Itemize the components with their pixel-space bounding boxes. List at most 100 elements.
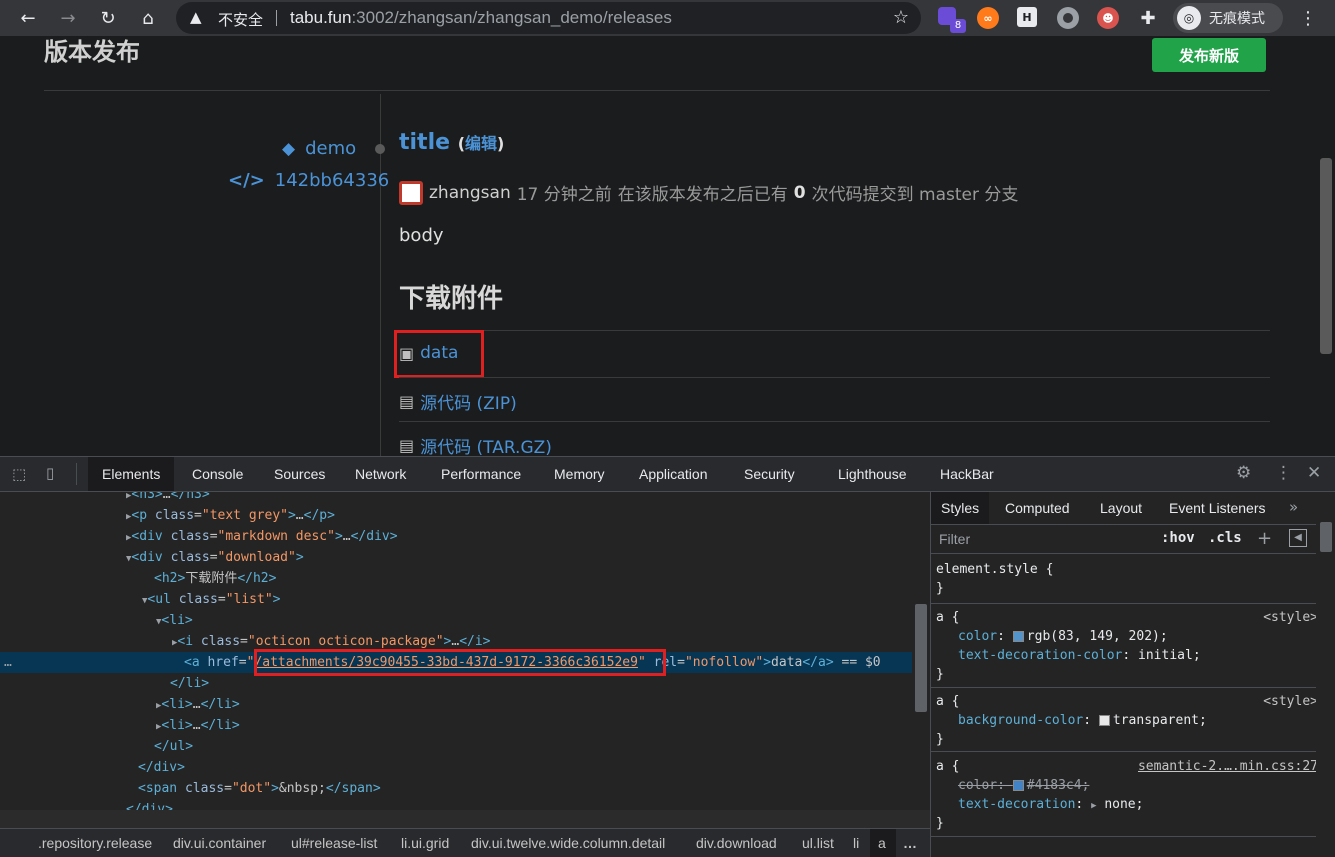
bookmark-star-icon[interactable]: ☆: [893, 7, 909, 28]
rule-source[interactable]: <style>: [1263, 608, 1318, 627]
release-tag[interactable]: ◆ demo: [282, 138, 356, 159]
color-swatch[interactable]: [1098, 715, 1110, 726]
new-rule-icon[interactable]: +: [1257, 528, 1272, 549]
prop-value[interactable]: initial;: [1138, 648, 1201, 663]
dom-scrollbar[interactable]: [912, 492, 930, 810]
inspect-element-icon[interactable]: ⬚: [12, 465, 26, 483]
extension-circle-icon[interactable]: [1057, 7, 1079, 29]
prop-name[interactable]: text-decoration-color: [958, 648, 1122, 663]
breadcrumb-more-icon[interactable]: …: [903, 835, 917, 851]
prop-value[interactable]: rgb(83, 149, 202);: [1027, 629, 1168, 644]
avatar[interactable]: [399, 180, 423, 205]
tab-application[interactable]: Application: [639, 457, 708, 491]
prop-name[interactable]: color: [958, 778, 997, 793]
breadcrumb[interactable]: div.ui.container: [173, 835, 266, 851]
dom-node[interactable]: ▼<ul class="list">: [142, 589, 281, 610]
release-title-link[interactable]: title: [399, 130, 450, 155]
breadcrumb[interactable]: div.download: [696, 835, 777, 851]
dom-node[interactable]: ▶<div class="markdown desc">…</div>: [126, 526, 398, 547]
prop-value[interactable]: transparent;: [1113, 713, 1207, 728]
extension-santa-icon[interactable]: ☻: [1097, 7, 1119, 29]
extension-infinity-icon[interactable]: ∞: [977, 7, 999, 29]
dom-node[interactable]: ▼<div class="download">: [126, 547, 304, 568]
settings-gear-icon[interactable]: ⚙: [1236, 463, 1251, 483]
subtab-styles[interactable]: Styles: [931, 492, 990, 524]
dom-node[interactable]: ▶<h3>…</h3>: [126, 492, 210, 505]
subtab-computed[interactable]: Computed: [1005, 492, 1070, 524]
prop-name[interactable]: color: [958, 629, 997, 644]
selector[interactable]: a {: [936, 692, 959, 711]
color-swatch[interactable]: [1012, 780, 1024, 791]
tab-console[interactable]: Console: [192, 457, 243, 491]
forward-icon[interactable]: →: [54, 4, 82, 32]
dom-node[interactable]: ▼<li>: [156, 610, 193, 631]
dom-node[interactable]: </li>: [170, 673, 209, 694]
tab-sources[interactable]: Sources: [274, 457, 325, 491]
toggle-sidebar-icon[interactable]: ◀: [1289, 529, 1307, 547]
scrollbar-thumb[interactable]: [1320, 158, 1332, 354]
prop-name[interactable]: text-decoration: [958, 797, 1075, 812]
selector[interactable]: element.style {: [936, 560, 1053, 579]
address-bar[interactable]: ▲ 不安全 tabu.fun:3002/zhangsan/zhangsan_de…: [176, 2, 921, 34]
tab-network[interactable]: Network: [355, 457, 406, 491]
author-link[interactable]: zhangsan: [429, 183, 511, 203]
tab-elements[interactable]: Elements: [88, 457, 175, 491]
browser-menu-icon[interactable]: ⋮: [1294, 4, 1322, 32]
breadcrumb[interactable]: ul.list: [802, 835, 834, 851]
dom-node[interactable]: <span class="dot">&nbsp;</span>: [138, 778, 381, 799]
breadcrumb[interactable]: .repository.release: [38, 835, 152, 851]
dom-node[interactable]: ▶<p class="text grey">…</p>: [126, 505, 335, 526]
dom-node[interactable]: </div>: [138, 757, 185, 778]
download-zip-link[interactable]: ▤ 源代码 (ZIP): [399, 389, 517, 414]
scrollbar-thumb[interactable]: [915, 604, 927, 712]
prop-value[interactable]: #4183c4;: [1027, 778, 1090, 793]
filter-input[interactable]: Filter: [939, 531, 970, 547]
tab-memory[interactable]: Memory: [554, 457, 605, 491]
selector[interactable]: a {: [936, 757, 959, 776]
url-text[interactable]: tabu.fun:3002/zhangsan/zhangsan_demo/rel…: [290, 8, 672, 28]
extensions-puzzle-icon[interactable]: ✚: [1137, 7, 1159, 29]
reload-icon[interactable]: ↻: [94, 4, 122, 32]
incognito-indicator[interactable]: ◎ 无痕模式: [1173, 3, 1283, 33]
breadcrumb-active[interactable]: a: [870, 829, 896, 857]
insecure-label[interactable]: 不安全: [218, 9, 263, 30]
back-icon[interactable]: ←: [14, 4, 42, 32]
scrollbar-thumb[interactable]: [1320, 522, 1332, 552]
tab-security[interactable]: Security: [744, 457, 795, 491]
breadcrumb[interactable]: div.ui.twelve.wide.column.detail: [471, 835, 665, 851]
dom-node[interactable]: </div>: [126, 799, 173, 810]
dom-node[interactable]: <h2>下载附件</h2>: [154, 568, 276, 589]
prop-name[interactable]: background-color: [958, 713, 1083, 728]
tab-performance[interactable]: Performance: [441, 457, 521, 491]
tab-hackbar[interactable]: HackBar: [940, 457, 994, 491]
more-tabs-icon[interactable]: »: [1289, 498, 1298, 516]
edit-link[interactable]: 编辑: [465, 134, 497, 153]
dom-node[interactable]: ▶<li>…</li>: [156, 694, 240, 715]
page-scrollbar[interactable]: [1316, 36, 1335, 456]
more-options-icon[interactable]: ⋮: [1275, 463, 1292, 483]
tab-lighthouse[interactable]: Lighthouse: [838, 457, 907, 491]
rule-source[interactable]: <style>: [1263, 692, 1318, 711]
breadcrumb[interactable]: li.ui.grid: [401, 835, 449, 851]
warning-icon[interactable]: ▲: [190, 8, 202, 26]
prop-value[interactable]: none;: [1104, 797, 1143, 812]
subtab-event-listeners[interactable]: Event Listeners: [1169, 492, 1266, 524]
breadcrumb[interactable]: ul#release-list: [291, 835, 377, 851]
expand-arrow-icon[interactable]: ▶: [1091, 801, 1096, 811]
release-commit[interactable]: </> 142bb64336: [228, 170, 389, 191]
styles-scrollbar[interactable]: [1316, 492, 1335, 857]
hov-toggle[interactable]: :hov: [1161, 530, 1195, 546]
download-targz-link[interactable]: ▤ 源代码 (TAR.GZ): [399, 433, 552, 456]
color-swatch[interactable]: [1012, 631, 1024, 642]
cls-toggle[interactable]: .cls: [1208, 530, 1242, 546]
selector[interactable]: a {: [936, 608, 959, 627]
dom-horizontal-scrollbar[interactable]: [0, 810, 930, 828]
extension-h-icon[interactable]: H: [1017, 7, 1037, 27]
breadcrumb[interactable]: li: [853, 835, 859, 851]
dom-node[interactable]: </ul>: [154, 736, 193, 757]
dom-node[interactable]: ▶<li>…</li>: [156, 715, 240, 736]
close-devtools-icon[interactable]: ✕: [1307, 463, 1321, 483]
home-icon[interactable]: ⌂: [134, 4, 162, 32]
device-toolbar-icon[interactable]: ▯: [46, 464, 54, 482]
rule-source-link[interactable]: semantic-2.….min.css:27: [1138, 757, 1318, 776]
